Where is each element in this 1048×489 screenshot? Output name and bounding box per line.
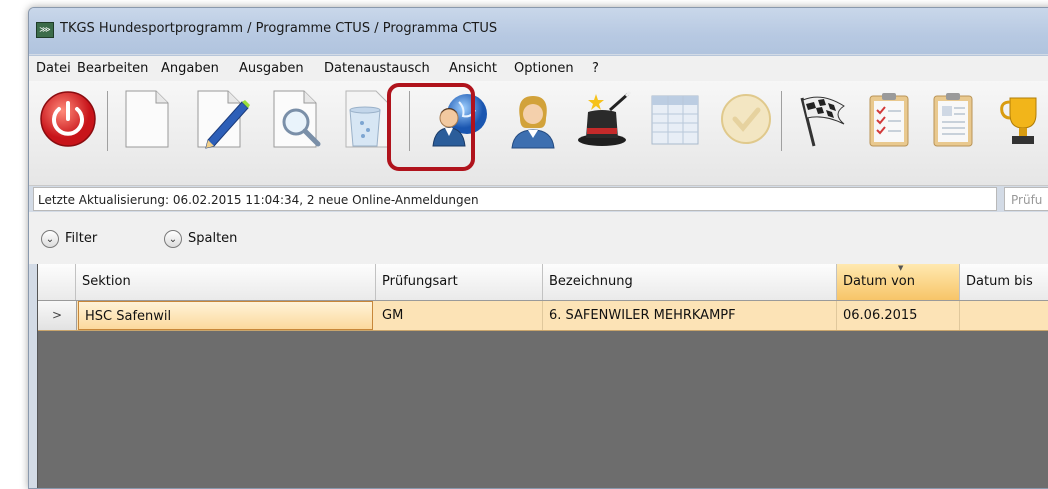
search-button[interactable]	[265, 85, 333, 153]
column-header-bezeichnung[interactable]: Bezeichnung	[543, 264, 837, 300]
menu-optionen[interactable]: Optionen	[514, 61, 574, 76]
magic-hat-icon	[578, 90, 632, 146]
confirm-button[interactable]	[712, 85, 780, 153]
cell-pruefungsart[interactable]: GM	[376, 301, 543, 330]
menu-ausgaben[interactable]: Ausgaben	[239, 61, 304, 76]
new-document-icon	[125, 90, 169, 148]
column-header-datum-bis[interactable]: Datum bis	[960, 264, 1048, 300]
wizard-button[interactable]	[571, 85, 639, 153]
edit-button[interactable]	[189, 85, 257, 153]
menu-bearbeiten[interactable]: Bearbeiten	[77, 61, 148, 76]
filter-expand-button[interactable]: ⌄	[41, 230, 59, 248]
toolbar	[29, 81, 1048, 186]
column-header-pruefungsart[interactable]: Prüfungsart	[376, 264, 543, 300]
events-grid: Sektion Prüfungsart Bezeichnung ▼ Datum …	[37, 264, 1048, 488]
search-document-icon	[273, 90, 321, 148]
window-title: TKGS Hundesportprogramm / Programme CTUS…	[60, 21, 498, 36]
column-header-datum-von[interactable]: ▼ Datum von	[837, 264, 960, 300]
columns-label[interactable]: Spalten	[188, 231, 237, 246]
title-bar: ⋙ TKGS Hundesportprogramm / Programme CT…	[29, 8, 1048, 54]
checkered-flag-icon	[800, 96, 845, 147]
status-message: Letzte Aktualisierung: 06.02.2015 11:04:…	[33, 187, 997, 211]
user-woman-icon	[511, 96, 555, 149]
menu-datei[interactable]: Datei	[36, 61, 71, 76]
contacts-button[interactable]	[499, 85, 567, 153]
cell-datum-von[interactable]: 06.06.2015	[837, 301, 960, 330]
menu-datenaustausch[interactable]: Datenaustausch	[324, 61, 430, 76]
menu-bar: Datei Bearbeiten Angaben Ausgaben Datena…	[29, 55, 1048, 82]
table-row[interactable]: > HSC Safenwil GM 6. SAFENWILER MEHRKAMP…	[38, 301, 1048, 331]
status-search-field[interactable]: Prüfu	[1004, 187, 1048, 211]
highlight-frame	[387, 83, 475, 171]
power-button[interactable]	[34, 85, 102, 153]
app-icon: ⋙	[36, 22, 54, 38]
sort-descending-icon: ▼	[898, 264, 904, 272]
column-header-sektion[interactable]: Sektion	[76, 264, 376, 300]
results-button[interactable]	[855, 85, 923, 153]
row-indicator[interactable]: >	[38, 301, 77, 330]
grid-header: Sektion Prüfungsart Bezeichnung ▼ Datum …	[38, 264, 1048, 301]
chevron-down-icon: ⌄	[45, 234, 55, 245]
menu-ansicht[interactable]: Ansicht	[449, 61, 497, 76]
chevron-down-icon: ⌄	[168, 234, 178, 245]
main-window: ⋙ TKGS Hundesportprogramm / Programme CT…	[28, 7, 1048, 489]
trophy-icon	[1000, 97, 1037, 144]
filter-label[interactable]: Filter	[65, 231, 97, 246]
columns-expand-button[interactable]: ⌄	[164, 230, 182, 248]
menu-help[interactable]: ?	[592, 61, 599, 76]
column-header-datum-von-label: Datum von	[843, 274, 915, 289]
check-circle-icon	[721, 94, 771, 144]
clipboard-checklist-icon	[869, 93, 909, 147]
new-button[interactable]	[113, 85, 181, 153]
power-icon	[40, 91, 96, 147]
clipboard-form-icon	[933, 93, 973, 147]
row-header-corner	[38, 264, 76, 300]
menu-angaben[interactable]: Angaben	[161, 61, 219, 76]
table-icon	[651, 95, 699, 145]
cell-sektion[interactable]: HSC Safenwil	[78, 301, 373, 330]
report-button[interactable]	[919, 85, 987, 153]
filter-bar: ⌄ Filter ⌄ Spalten	[29, 212, 1048, 264]
table-button[interactable]	[641, 85, 709, 153]
cell-datum-bis[interactable]	[960, 301, 1048, 330]
edit-document-icon	[197, 90, 250, 149]
cell-bezeichnung[interactable]: 6. SAFENWILER MEHRKAMPF	[543, 301, 837, 330]
start-button[interactable]	[789, 85, 857, 153]
ranking-button[interactable]	[989, 85, 1048, 153]
